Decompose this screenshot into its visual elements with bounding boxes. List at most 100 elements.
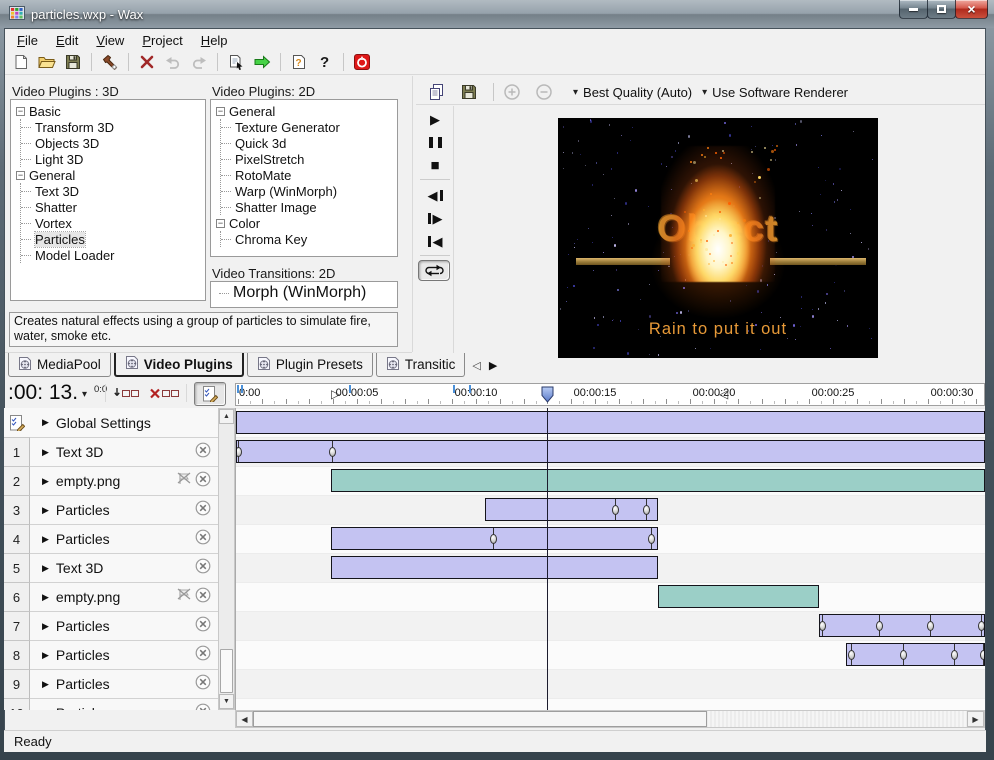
track-number[interactable]: 1	[4, 437, 30, 466]
renderer-dropdown[interactable]: Use Software Renderer	[712, 85, 848, 100]
delete-button[interactable]	[134, 51, 160, 74]
play-button[interactable]: ▶	[418, 108, 452, 130]
track-name-cell[interactable]: ▶Global Settings	[30, 408, 218, 437]
open-folder-button[interactable]	[34, 51, 60, 74]
menu-view[interactable]: View	[87, 31, 133, 50]
scroll-left-button[interactable]: ◀	[236, 711, 253, 727]
playhead-line[interactable]	[547, 408, 548, 710]
tree-item-shatter-image[interactable]: Shatter Image	[221, 199, 395, 215]
track-delete-button[interactable]	[195, 674, 211, 695]
minimize-button[interactable]	[899, 0, 928, 19]
menu-edit[interactable]: Edit	[47, 31, 87, 50]
keyframe-marker[interactable]	[819, 621, 826, 631]
track-expand-icon[interactable]: ▶	[42, 417, 49, 428]
track-delete-button[interactable]	[195, 587, 211, 608]
zoom-in-icon-button[interactable]	[499, 81, 525, 104]
track-delete-button[interactable]	[195, 529, 211, 550]
track-expand-icon[interactable]: ▶	[42, 505, 49, 516]
track-delete-button[interactable]	[195, 703, 211, 711]
timeline-clip[interactable]	[331, 556, 658, 579]
tree-item-texture-generator[interactable]: Texture Generator	[221, 119, 395, 135]
track-expand-icon[interactable]: ▶	[42, 534, 49, 545]
step-back-button[interactable]: ◀	[418, 184, 452, 206]
tree-item-model-loader[interactable]: Model Loader	[21, 247, 203, 263]
keyframe-marker[interactable]	[490, 534, 497, 544]
track-name-cell[interactable]: ▶Particles	[30, 495, 218, 524]
track-muted-icon[interactable]	[177, 588, 191, 606]
keyframe-marker[interactable]	[951, 650, 958, 660]
tab-plugin-presets[interactable]: Plugin Presets	[247, 353, 373, 377]
copy-icon-button[interactable]	[424, 81, 450, 104]
track-settings-toggle[interactable]	[194, 382, 226, 406]
renderer-dropdown-caret-icon[interactable]: ▾	[702, 87, 707, 98]
zoom-out-icon-button[interactable]	[531, 81, 557, 104]
tree-item-light-3d[interactable]: Light 3D	[21, 151, 203, 167]
tree-item-vortex[interactable]: Vortex	[21, 215, 203, 231]
track-number[interactable]: 7	[4, 611, 30, 640]
delete-track-button[interactable]	[147, 384, 181, 404]
track-name-cell[interactable]: ▶Particles	[30, 640, 218, 669]
project-end-marker-icon[interactable]: ◁	[719, 387, 728, 401]
track-number[interactable]: 8	[4, 640, 30, 669]
tree-item-shatter[interactable]: Shatter	[21, 199, 203, 215]
keyframe-marker[interactable]	[848, 650, 855, 660]
panel-splitter[interactable]	[412, 76, 413, 352]
tree-group-general[interactable]: −General	[213, 103, 395, 119]
tab-scroll-prev-icon[interactable]: ◁	[468, 353, 484, 377]
tree-group-general[interactable]: −General	[13, 167, 203, 183]
timeline-clip[interactable]	[236, 411, 985, 434]
vertical-scroll-thumb[interactable]	[220, 649, 233, 693]
tree-collapse-icon[interactable]: −	[16, 171, 25, 180]
tree-item-chroma-key[interactable]: Chroma Key	[221, 231, 395, 247]
keyframe-marker[interactable]	[612, 505, 619, 515]
tree-item-text-3d[interactable]: Text 3D	[21, 183, 203, 199]
track-number[interactable]: 10	[4, 698, 30, 710]
go-to-start-button[interactable]: ◀	[418, 230, 452, 252]
tree-item-objects-3d[interactable]: Objects 3D	[21, 135, 203, 151]
track-muted-icon[interactable]	[177, 472, 191, 490]
track-delete-button[interactable]	[195, 471, 211, 492]
pause-button[interactable]	[418, 131, 452, 153]
timeline-clip[interactable]	[236, 440, 985, 463]
track-name-cell[interactable]: ▶Particles	[30, 524, 218, 553]
tab-transitic[interactable]: Transitic	[376, 353, 466, 377]
timeline-ruler[interactable]: 0:0000:00:0500:00:1000:00:1500:00:2000:0…	[235, 383, 985, 406]
menu-file[interactable]: File	[8, 31, 47, 50]
keyframe-marker[interactable]	[236, 447, 242, 457]
keyframe-marker[interactable]	[643, 505, 650, 515]
menu-help[interactable]: Help	[192, 31, 237, 50]
add-track-button[interactable]	[112, 384, 142, 404]
tree-item-rotomate[interactable]: RotoMate	[221, 167, 395, 183]
new-document-button[interactable]	[8, 51, 34, 74]
quality-dropdown-caret-icon[interactable]: ▾	[573, 87, 578, 98]
quality-dropdown[interactable]: Best Quality (Auto)	[583, 85, 692, 100]
help-topics-button[interactable]: ?	[286, 51, 312, 74]
timeline-clip[interactable]	[846, 643, 985, 666]
track-delete-button[interactable]	[195, 616, 211, 637]
undo-button[interactable]	[160, 51, 186, 74]
track-name-cell[interactable]: ▶Text 3D	[30, 437, 218, 466]
tab-scroll-next-icon[interactable]: ▶	[485, 353, 501, 377]
save-button[interactable]	[60, 51, 86, 74]
save-icon-button[interactable]	[456, 81, 482, 104]
maximize-button[interactable]	[927, 0, 956, 19]
keyframe-marker[interactable]	[980, 650, 986, 660]
tree-item-transform-3d[interactable]: Transform 3D	[21, 119, 203, 135]
timeline-clip[interactable]	[819, 614, 985, 637]
track-expand-icon[interactable]: ▶	[42, 679, 49, 690]
time-display[interactable]: :00: 13.	[8, 381, 78, 405]
track-expand-icon[interactable]: ▶	[42, 621, 49, 632]
render-green-arrow-button[interactable]	[249, 51, 275, 74]
track-number[interactable]: 4	[4, 524, 30, 553]
track-delete-button[interactable]	[195, 442, 211, 463]
timeline-horizontal-scrollbar[interactable]: ◀ ▶	[235, 710, 985, 728]
keyframe-marker[interactable]	[329, 447, 336, 457]
build-hammer-button[interactable]	[97, 51, 123, 74]
close-button[interactable]: ×	[955, 0, 988, 19]
timeline-clip[interactable]	[331, 469, 985, 492]
track-expand-icon[interactable]: ▶	[42, 476, 49, 487]
tree-collapse-icon[interactable]: −	[16, 107, 25, 116]
timeline-clip[interactable]	[658, 585, 819, 608]
time-format-caret-icon[interactable]: ▾	[82, 389, 87, 400]
track-number[interactable]: 3	[4, 495, 30, 524]
